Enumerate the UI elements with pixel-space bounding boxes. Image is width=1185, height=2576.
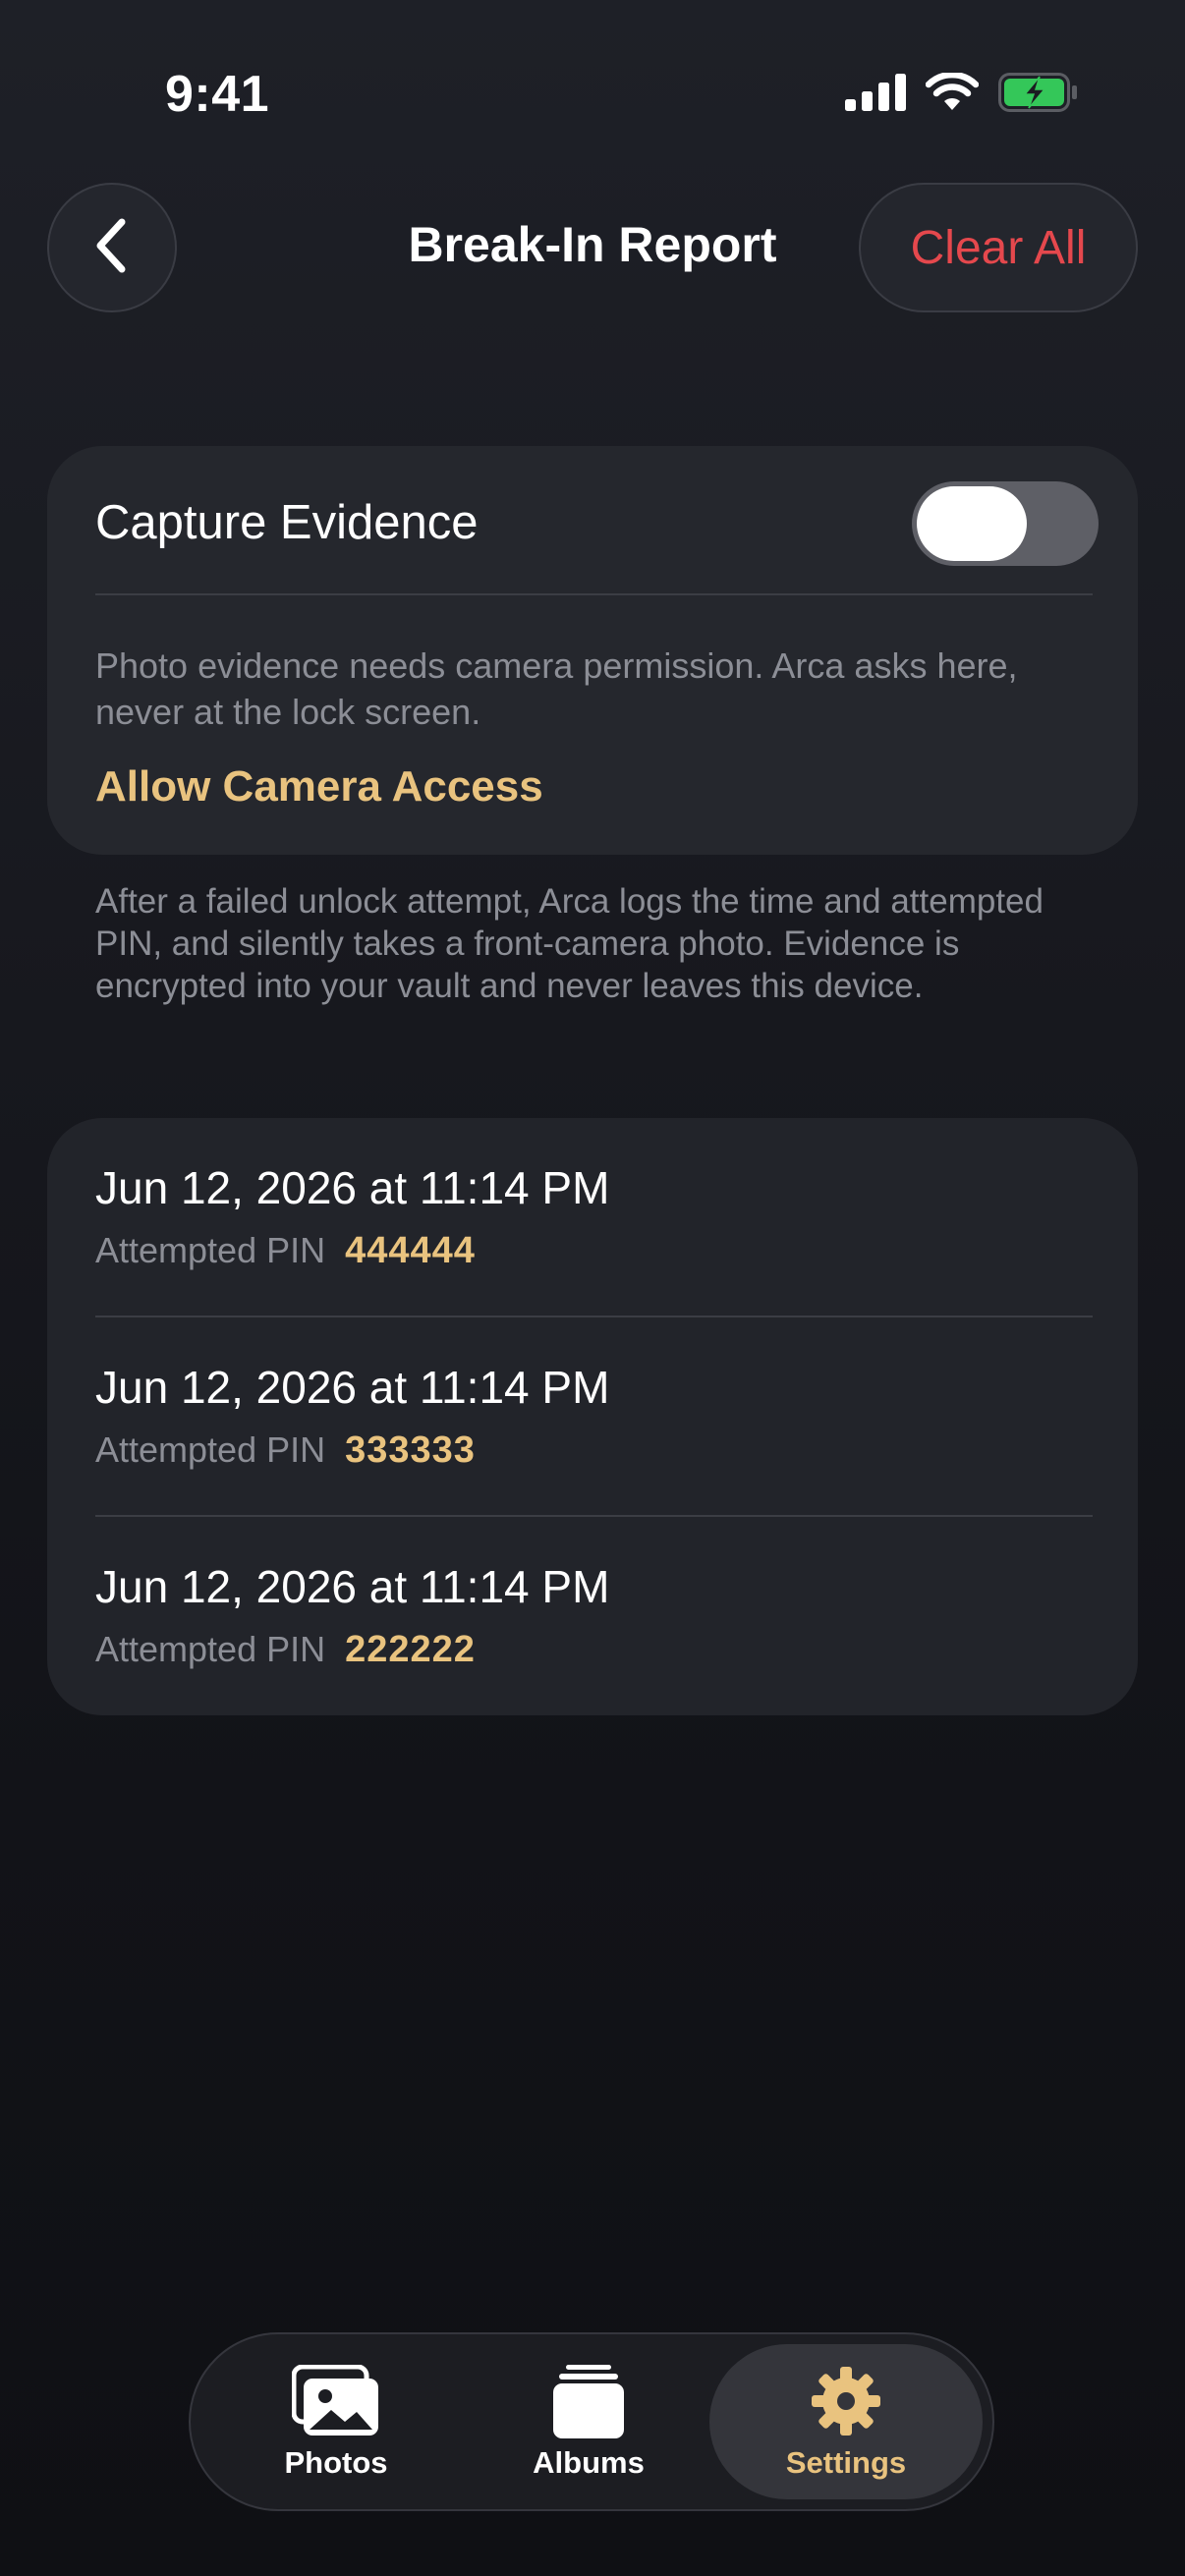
divider (95, 593, 1093, 595)
log-entry-pin-line: Attempted PIN 444444 (95, 1230, 476, 1272)
allow-camera-access-link[interactable]: Allow Camera Access (95, 762, 543, 812)
albums-icon (552, 2363, 625, 2439)
log-entry-pin-line: Attempted PIN 333333 (95, 1429, 476, 1472)
log-entry-date: Jun 12, 2026 at 11:14 PM (95, 1561, 610, 1612)
log-entry-pin-line: Attempted PIN 222222 (95, 1629, 476, 1671)
cellular-signal-icon (845, 74, 906, 116)
tab-albums-label: Albums (533, 2445, 645, 2480)
toggle-knob (917, 486, 1027, 561)
capture-evidence-toggle[interactable] (912, 481, 1099, 566)
attempted-pin-value: 222222 (345, 1629, 476, 1670)
attempted-pin-value: 333333 (345, 1429, 476, 1471)
capture-evidence-label: Capture Evidence (95, 496, 479, 549)
gear-icon (810, 2363, 882, 2439)
status-bar: 9:41 (0, 0, 1185, 157)
break-in-log-list: Jun 12, 2026 at 11:14 PM Attempted PIN 4… (47, 1118, 1138, 1715)
camera-permission-description: Photo evidence needs camera permission. … (95, 645, 1018, 732)
tab-settings-label: Settings (785, 2445, 907, 2480)
log-entry-date: Jun 12, 2026 at 11:14 PM (95, 1362, 610, 1413)
log-entry[interactable]: Jun 12, 2026 at 11:14 PM Attempted PIN 2… (47, 1517, 1138, 1715)
photos-icon (292, 2363, 380, 2439)
log-entry[interactable]: Jun 12, 2026 at 11:14 PM Attempted PIN 4… (47, 1118, 1138, 1317)
tab-bar: Photos Albums Settings (189, 2332, 994, 2511)
log-entry[interactable]: Jun 12, 2026 at 11:14 PM Attempted PIN 3… (47, 1317, 1138, 1517)
attempted-pin-label: Attempted PIN (95, 1230, 326, 1270)
status-icons (845, 71, 1079, 117)
attempted-pin-label: Attempted PIN (95, 1429, 326, 1470)
tab-settings[interactable]: Settings (709, 2344, 983, 2499)
break-in-footnote: After a failed unlock attempt, Arca logs… (95, 882, 1044, 1005)
capture-evidence-card: Capture Evidence Photo evidence needs ca… (47, 446, 1138, 855)
wifi-icon (925, 71, 980, 117)
battery-charging-icon (998, 73, 1079, 117)
tab-photos[interactable]: Photos (208, 2334, 464, 2509)
tab-albums[interactable]: Albums (461, 2334, 716, 2509)
attempted-pin-label: Attempted PIN (95, 1629, 326, 1669)
attempted-pin-value: 444444 (345, 1230, 476, 1271)
tab-photos-label: Photos (284, 2445, 388, 2480)
status-time: 9:41 (165, 66, 270, 123)
clear-all-button[interactable]: Clear All (859, 183, 1138, 312)
log-entry-date: Jun 12, 2026 at 11:14 PM (95, 1162, 610, 1213)
